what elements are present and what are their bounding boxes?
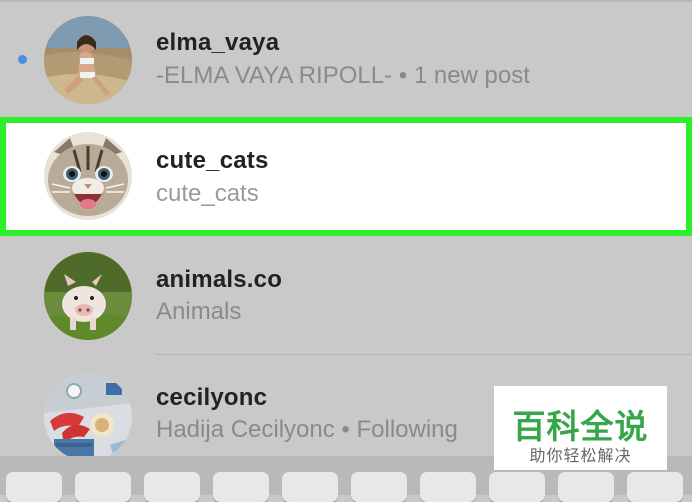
keyboard-key[interactable] bbox=[420, 472, 476, 502]
watermark-logo: 百科全说 助你轻松解决 bbox=[494, 386, 667, 470]
shoes-avatar-icon bbox=[44, 373, 132, 461]
person-avatar-icon bbox=[44, 16, 132, 104]
account-subtitle: -ELMA VAYA RIPOLL- • 1 new post bbox=[156, 62, 530, 89]
account-subtitle: cute_cats bbox=[156, 180, 259, 207]
username: cute_cats bbox=[156, 147, 269, 174]
watermark-title: 百科全说 bbox=[512, 408, 649, 445]
cat-avatar-icon bbox=[44, 132, 132, 220]
account-subtitle: Hadija Cecilyonc • Following bbox=[156, 416, 458, 443]
list-item-cute-cats[interactable]: cute_cats cute_cats bbox=[0, 117, 692, 236]
list-item-animals-co[interactable]: animals.co Animals bbox=[0, 236, 692, 356]
keyboard-key[interactable] bbox=[282, 472, 338, 502]
piglet-avatar-icon bbox=[44, 252, 132, 340]
keyboard-key[interactable] bbox=[627, 472, 683, 502]
keyboard-key[interactable] bbox=[144, 472, 200, 502]
username: animals.co bbox=[156, 266, 283, 293]
keyboard-key[interactable] bbox=[351, 472, 407, 502]
keyboard-key[interactable] bbox=[75, 472, 131, 502]
keyboard-key[interactable] bbox=[6, 472, 62, 502]
keyboard-key[interactable] bbox=[213, 472, 269, 502]
row-divider bbox=[155, 354, 692, 355]
keyboard-key[interactable] bbox=[558, 472, 614, 502]
unread-dot-icon bbox=[18, 55, 27, 64]
username: elma_vaya bbox=[156, 29, 280, 56]
keyboard-key[interactable] bbox=[489, 472, 545, 502]
account-subtitle: Animals bbox=[156, 298, 242, 325]
username: cecilyonc bbox=[156, 384, 268, 411]
watermark-subtitle: 助你轻松解决 bbox=[529, 448, 632, 465]
list-item-elma-vaya[interactable]: elma_vaya -ELMA VAYA RIPOLL- • 1 new pos… bbox=[0, 0, 692, 117]
